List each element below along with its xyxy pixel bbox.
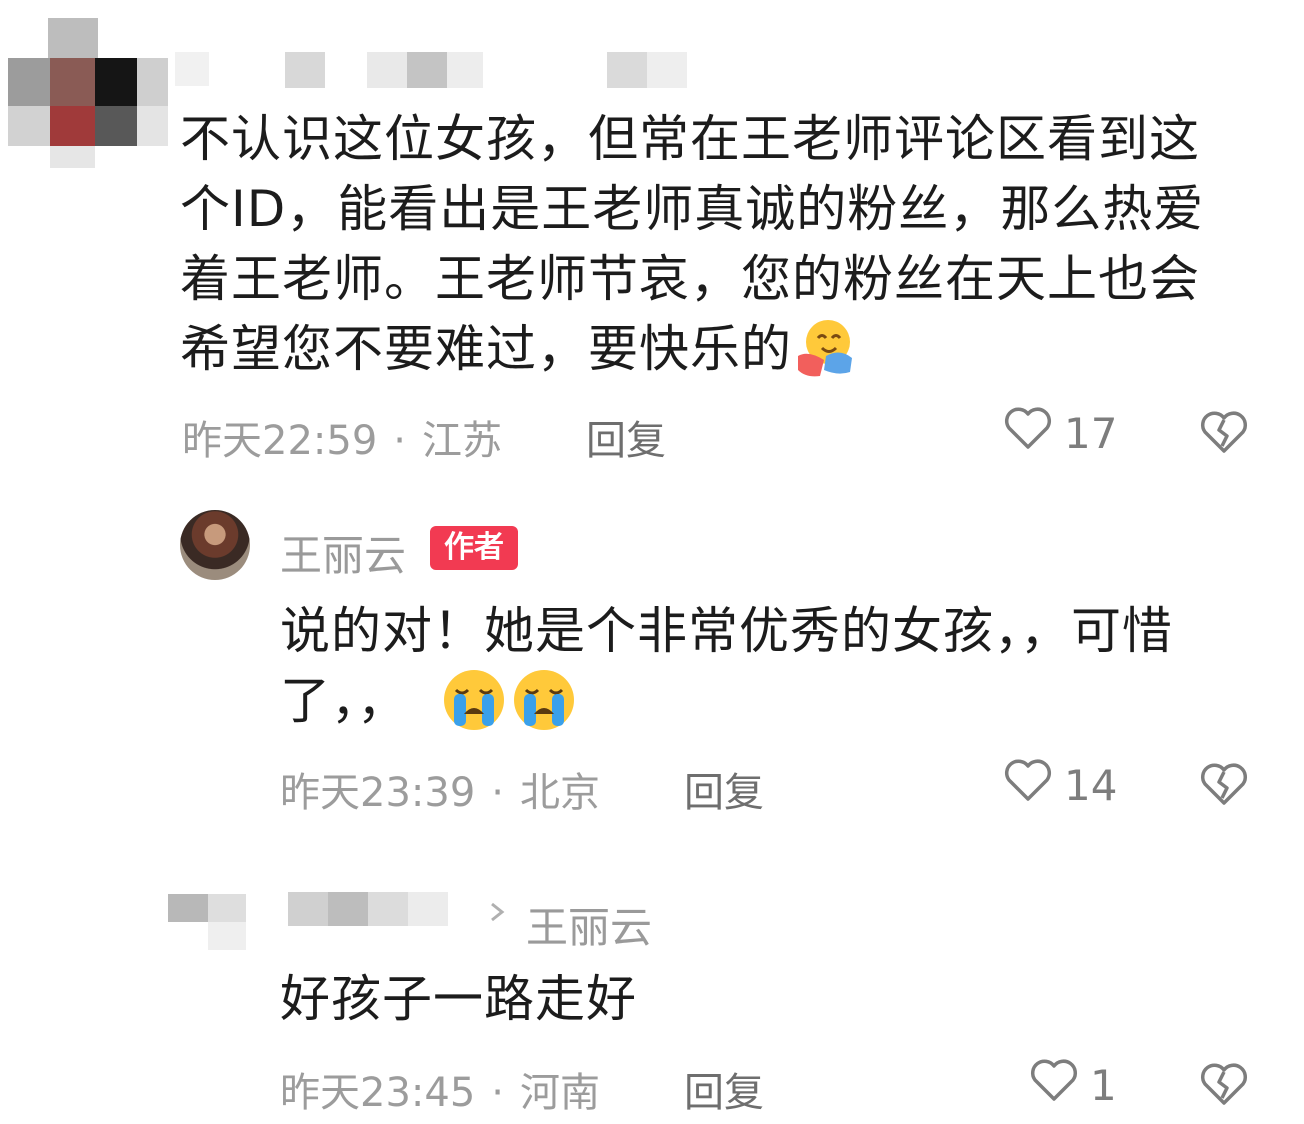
like-count: 17	[1064, 408, 1118, 458]
avatar-mosaic[interactable]	[168, 880, 248, 952]
reply-button[interactable]: 回复	[684, 1060, 764, 1118]
comment-text: 好孩子一路走好	[280, 964, 1270, 1034]
comment-line: 不认识这位女孩，但常在王老师评论区看到这	[180, 110, 1200, 168]
reply-button[interactable]: 回复	[586, 408, 666, 466]
comment-line: 希望您不要难过，要快乐的	[180, 314, 1260, 398]
comment-text: 说的对！她是个非常优秀的女孩，，可惜 了，，	[280, 596, 1270, 750]
heart-icon	[1030, 1058, 1090, 1112]
avatar-mosaic[interactable]	[8, 18, 168, 168]
like-button[interactable]: 1	[1030, 1058, 1117, 1112]
comment-location: 江苏	[422, 418, 502, 464]
comment-line: 好孩子一路走好	[280, 970, 637, 1028]
author-badge: 作者	[430, 526, 518, 570]
comment-line: 个ID，能看出是王老师真诚的粉丝，那么热爱	[180, 180, 1205, 238]
like-button[interactable]: 17	[1004, 406, 1117, 460]
comment-time: 昨天23:45	[280, 1070, 476, 1116]
comment-meta: 昨天23:45 · 河南	[280, 1070, 600, 1116]
comment-text: 不认识这位女孩，但常在王老师评论区看到这 个ID，能看出是王老师真诚的粉丝，那么…	[180, 104, 1260, 398]
comment-time: 昨天23:39	[280, 770, 476, 816]
comment-meta: 昨天22:59 · 江苏	[182, 418, 502, 464]
username-mosaic[interactable]	[288, 892, 458, 926]
comment-time: 昨天22:59	[182, 418, 378, 464]
heart-icon	[1004, 758, 1064, 812]
like-button[interactable]: 14	[1004, 758, 1117, 812]
reply-arrow-icon	[486, 898, 510, 930]
avatar[interactable]	[180, 510, 250, 580]
broken-heart-icon[interactable]	[1200, 1062, 1248, 1110]
reply-to-name[interactable]: 王丽云	[526, 894, 652, 955]
hugging-face-emoji	[792, 316, 856, 398]
comment-line: 着王老师。王老师节哀，您的粉丝在天上也会	[180, 250, 1200, 308]
comment-line: 了，，	[280, 666, 1270, 750]
loudly-crying-face-emoji	[442, 668, 578, 750]
comment-line: 说的对！她是个非常优秀的女孩，，可惜	[280, 602, 1173, 660]
broken-heart-icon[interactable]	[1200, 762, 1248, 810]
heart-icon	[1004, 406, 1064, 460]
username-mosaic[interactable]	[175, 48, 695, 90]
comment-location: 河南	[520, 1070, 600, 1116]
reply-button[interactable]: 回复	[684, 760, 764, 818]
author-name[interactable]: 王丽云	[280, 522, 406, 583]
comment-location: 北京	[520, 770, 600, 816]
broken-heart-icon[interactable]	[1200, 410, 1248, 458]
comment-meta: 昨天23:39 · 北京	[280, 770, 600, 816]
like-count: 14	[1064, 760, 1118, 810]
like-count: 1	[1090, 1060, 1117, 1110]
